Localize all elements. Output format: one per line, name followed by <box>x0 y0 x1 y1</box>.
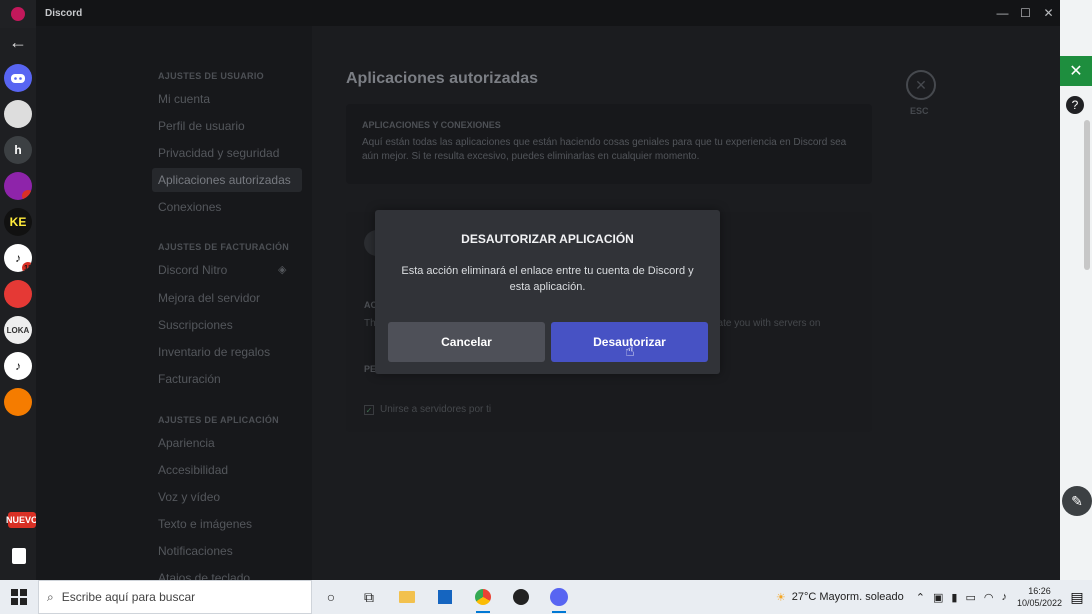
nav-text-images[interactable]: Texto e imágenes <box>152 512 302 536</box>
nav-gift-inventory[interactable]: Inventario de regalos <box>152 340 302 364</box>
info-box: APLICACIONES Y CONEXIONES Aquí están tod… <box>346 104 872 184</box>
h-avatar-icon[interactable]: h <box>4 136 32 164</box>
close-settings-button[interactable]: ✕ <box>906 70 936 100</box>
maximize-button[interactable]: ☐ <box>1014 0 1037 26</box>
settings-sidebar: AJUSTES DE USUARIO Mi cuenta Perfil de u… <box>36 26 312 585</box>
deauthorize-modal: DESAUTORIZAR APLICACIÓN Esta acción elim… <box>375 210 720 374</box>
game-app-icon[interactable] <box>4 388 32 416</box>
taskbar-search[interactable]: ⌕ Escribe aquí para buscar <box>38 580 312 614</box>
battery-icon[interactable]: ▭ <box>965 591 975 604</box>
search-icon: ⌕ <box>47 589 54 604</box>
sun-icon: ☀ <box>775 591 786 604</box>
notification-badge-count: 12 <box>22 262 32 272</box>
permission-label: Unirse a servidores por ti <box>380 404 492 415</box>
mic-icon[interactable]: ▮ <box>951 591 957 604</box>
document-icon[interactable] <box>12 548 26 564</box>
discord-taskbar-icon[interactable] <box>540 580 578 614</box>
chevron-up-icon[interactable]: ⌃ <box>916 591 925 604</box>
onedrive-icon[interactable]: ▣ <box>933 591 943 604</box>
red-app-icon[interactable] <box>4 280 32 308</box>
nav-appearance[interactable]: Apariencia <box>152 431 302 455</box>
tiktok-app-icon[interactable]: ♪ 12 <box>4 244 32 272</box>
ke-app-icon[interactable]: KE <box>4 208 32 236</box>
tab-favicon[interactable] <box>0 0 36 28</box>
modal-body: Esta acción eliminará el enlace entre tu… <box>401 265 694 293</box>
browser-right-strip: ✕ ? ✎ <box>1060 0 1092 580</box>
category-user-settings: AJUSTES DE USUARIO <box>158 71 264 81</box>
esc-label: ESC <box>910 106 929 116</box>
nav-connections[interactable]: Conexiones <box>152 195 302 219</box>
favicon-icon <box>11 7 25 21</box>
file-explorer-icon[interactable] <box>388 580 426 614</box>
nav-notifications[interactable]: Notificaciones <box>152 539 302 563</box>
nav-server-boost[interactable]: Mejora del servidor <box>152 286 302 310</box>
back-button[interactable]: ← <box>0 28 36 56</box>
clock-time: 16:26 <box>1028 586 1051 596</box>
volume-icon[interactable]: ♪ <box>1001 591 1007 603</box>
nav-billing[interactable]: Facturación <box>152 367 302 391</box>
app-icon[interactable] <box>502 580 540 614</box>
help-icon[interactable]: ? <box>1066 96 1084 114</box>
nitro-icon: ◈ <box>278 264 287 276</box>
info-text: Aquí están todas las aplicaciones que es… <box>362 137 847 162</box>
page-title: Aplicaciones autorizadas <box>346 70 539 87</box>
hand-cursor-icon: ☝ <box>625 343 635 360</box>
feedback-icon[interactable]: ✎ <box>1062 486 1092 516</box>
modal-title: DESAUTORIZAR APLICACIÓN <box>461 232 634 246</box>
pink-app-icon[interactable] <box>4 172 32 200</box>
permission-item: ✓ Unirse a servidores por ti <box>364 404 491 415</box>
close-button[interactable]: ✕ <box>1037 0 1060 26</box>
clock-date: 10/05/2022 <box>1016 598 1062 608</box>
nav-user-profile[interactable]: Perfil de usuario <box>152 114 302 138</box>
window-title: Discord <box>45 7 83 19</box>
close-panel-icon[interactable]: ✕ <box>1060 56 1092 86</box>
store-icon[interactable] <box>426 580 464 614</box>
nav-privacy[interactable]: Privacidad y seguridad <box>152 141 302 165</box>
nav-voice-video[interactable]: Voz y vídeo <box>152 485 302 509</box>
info-category: APLICACIONES Y CONEXIONES <box>362 120 501 130</box>
cortana-icon[interactable]: ○ <box>312 580 350 614</box>
nav-accessibility[interactable]: Accesibilidad <box>152 458 302 482</box>
minimize-button[interactable]: — <box>991 0 1014 26</box>
cat-avatar-icon[interactable] <box>4 100 32 128</box>
clock[interactable]: 16:26 10/05/2022 <box>1017 585 1062 609</box>
title-bar: Discord — ☐ ✕ <box>36 0 1060 26</box>
nav-discord-nitro-label: Discord Nitro <box>158 263 228 277</box>
category-app-settings: AJUSTES DE APLICACIÓN <box>158 415 279 425</box>
search-placeholder: Escribe aquí para buscar <box>61 590 196 604</box>
notification-icon[interactable]: ▤ <box>1062 589 1092 606</box>
nav-my-account[interactable]: Mi cuenta <box>152 87 302 111</box>
loka-app-icon[interactable]: LOKA <box>4 316 32 344</box>
browser-left-strip: ← h KE ♪ 12 LOKA ♪ NUEVO <box>0 0 38 580</box>
chrome-icon[interactable] <box>464 580 502 614</box>
taskbar: ⌕ Escribe aquí para buscar ○ ⧉ ☀ 27°C Ma… <box>0 580 1092 614</box>
cancel-button[interactable]: Cancelar <box>388 322 545 362</box>
app-description-start: Th <box>364 318 376 329</box>
nav-subscriptions[interactable]: Suscripciones <box>152 313 302 337</box>
nav-authorized-apps[interactable]: Aplicaciones autorizadas <box>152 168 302 192</box>
weather-text: 27°C Mayorm. soleado <box>791 591 904 603</box>
tiktok-app-icon-2[interactable]: ♪ <box>4 352 32 380</box>
new-badge: NUEVO <box>6 512 38 528</box>
category-billing-settings: AJUSTES DE FACTURACIÓN <box>158 242 290 252</box>
system-tray: ⌃ ▣ ▮ ▭ ◠ ♪ <box>916 591 1007 604</box>
wifi-icon[interactable]: ◠ <box>984 591 994 604</box>
start-button[interactable] <box>0 580 38 614</box>
windows-icon <box>11 589 27 605</box>
weather-widget[interactable]: ☀ 27°C Mayorm. soleado <box>776 591 904 604</box>
discord-app-icon[interactable] <box>4 64 32 92</box>
notification-badge <box>22 190 32 200</box>
scrollbar[interactable] <box>1084 120 1090 270</box>
check-icon: ✓ <box>364 404 374 415</box>
task-view-icon[interactable]: ⧉ <box>350 580 388 614</box>
nav-discord-nitro[interactable]: Discord Nitro ◈ <box>152 258 302 282</box>
